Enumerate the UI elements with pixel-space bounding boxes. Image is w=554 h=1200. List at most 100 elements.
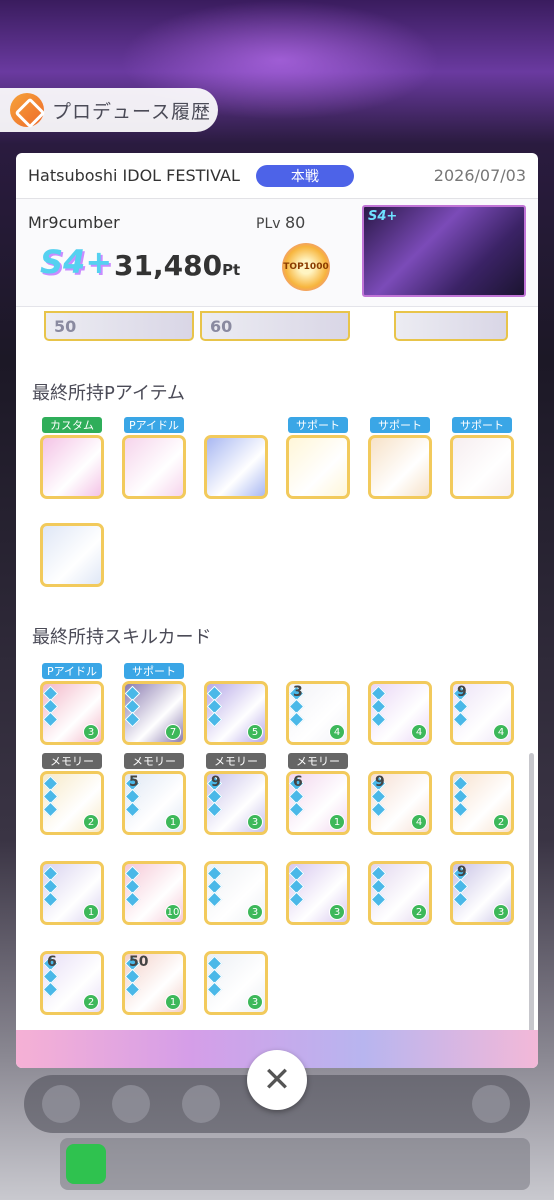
card-cost-badge: 4	[329, 724, 345, 740]
nav-icon-3[interactable]	[182, 1085, 220, 1123]
skill-card[interactable]: 62	[40, 951, 104, 1015]
home-icon[interactable]	[42, 1085, 80, 1123]
p-item[interactable]	[286, 435, 350, 499]
card-counter: 6	[47, 954, 57, 970]
card-cost-badge: 4	[493, 724, 509, 740]
items-section-title: 最終所持Pアイテム	[32, 383, 186, 404]
skill-card[interactable]: 10	[122, 861, 186, 925]
skill-effect-icons	[43, 685, 59, 736]
card-cost-badge: 10	[165, 904, 181, 920]
record-header: Hatsuboshi IDOL FESTIVAL 本戦 2026/07/03	[16, 153, 538, 199]
prev-card-strip-1: 50	[44, 311, 194, 341]
card-cost-badge: 2	[83, 994, 99, 1010]
stage-badge: 本戦	[255, 164, 354, 187]
skill-card[interactable]: 2	[40, 771, 104, 835]
chat-icon[interactable]	[66, 1144, 106, 1184]
skill-card[interactable]: 34	[286, 681, 350, 745]
item-type-label: サポート	[288, 417, 348, 433]
menu-icon[interactable]	[472, 1085, 510, 1123]
produce-record-panel: Hatsuboshi IDOL FESTIVAL 本戦 2026/07/03 M…	[16, 153, 538, 1068]
player-level: PLv 80	[256, 213, 305, 232]
card-counter: 9	[457, 684, 467, 700]
card-type-label: サポート	[124, 663, 184, 679]
card-cost-badge: 7	[165, 724, 181, 740]
p-item[interactable]	[40, 435, 104, 499]
card-cost-badge: 3	[247, 904, 263, 920]
prev-card-strip-2: 60	[200, 311, 350, 341]
skill-card[interactable]: 7	[122, 681, 186, 745]
card-cost-badge: 1	[83, 904, 99, 920]
skill-card[interactable]: 51	[122, 771, 186, 835]
skill-effect-icons	[453, 775, 469, 826]
skill-card[interactable]: 93	[204, 771, 268, 835]
skill-card[interactable]: 5	[204, 681, 268, 745]
card-counter: 9	[375, 774, 385, 790]
skill-card[interactable]: 4	[368, 681, 432, 745]
skill-card[interactable]: 3	[40, 681, 104, 745]
skill-effect-icons	[125, 865, 141, 916]
prev-card-strip-3	[394, 311, 508, 341]
card-cost-badge: 1	[165, 814, 181, 830]
nav-icon-2[interactable]	[112, 1085, 150, 1123]
record-scroll-area[interactable]: 50 60 最終所持Pアイテム カスタム Pアイドル サポート サポート サポート 最終…	[16, 309, 538, 1029]
skill-effect-icons	[43, 775, 59, 826]
close-button[interactable]: ✕	[247, 1050, 307, 1110]
skill-card[interactable]: 94	[368, 771, 432, 835]
p-item[interactable]	[122, 435, 186, 499]
scrollbar[interactable]	[529, 753, 534, 1068]
strip-value-1: 50	[54, 317, 77, 336]
card-cost-badge: 2	[411, 904, 427, 920]
skill-effect-icons	[125, 685, 141, 736]
skill-card[interactable]: 1	[40, 861, 104, 925]
skill-card[interactable]: 3	[286, 861, 350, 925]
player-name: Mr9cumber	[28, 213, 120, 232]
card-type-label: Pアイドル	[42, 663, 102, 679]
card-cost-badge: 1	[165, 994, 181, 1010]
skill-effect-icons	[43, 865, 59, 916]
notification-bar[interactable]	[60, 1138, 530, 1190]
skill-card[interactable]: 93	[450, 861, 514, 925]
card-cost-badge: 4	[411, 814, 427, 830]
card-cost-badge: 2	[493, 814, 509, 830]
score-value: 31,480	[114, 249, 223, 282]
level-label: PLv	[256, 216, 281, 232]
skill-card[interactable]: 3	[204, 951, 268, 1015]
card-cost-badge: 1	[329, 814, 345, 830]
card-counter: 6	[293, 774, 303, 790]
cards-section-title: 最終所持スキルカード	[32, 627, 212, 648]
card-cost-badge: 3	[83, 724, 99, 740]
card-counter: 3	[293, 684, 303, 700]
skill-effect-icons	[207, 685, 223, 736]
card-cost-badge: 3	[493, 904, 509, 920]
item-type-label: サポート	[370, 417, 430, 433]
skill-card[interactable]: 61	[286, 771, 350, 835]
level-value: 80	[284, 213, 306, 232]
strip-value-2: 60	[210, 317, 233, 336]
skill-effect-icons	[289, 865, 305, 916]
history-icon	[10, 93, 44, 127]
p-item[interactable]	[368, 435, 432, 499]
skill-card[interactable]: 50 1	[122, 951, 186, 1015]
card-cost-badge: 3	[247, 814, 263, 830]
skill-card[interactable]: 3	[204, 861, 268, 925]
p-item[interactable]	[450, 435, 514, 499]
p-item[interactable]	[204, 435, 268, 499]
p-item[interactable]	[40, 523, 104, 587]
skill-card[interactable]: 2	[368, 861, 432, 925]
score: 31,480Pt	[114, 249, 240, 282]
skill-card[interactable]: 94	[450, 681, 514, 745]
screen-title-tag: プロデュース履歴	[0, 88, 218, 132]
skill-effect-icons	[371, 685, 387, 736]
thumbnail-rank: S4+	[368, 209, 398, 224]
rank-badge: S4+	[40, 243, 113, 281]
card-type-label: メモリー	[288, 753, 348, 769]
skill-card[interactable]: 2	[450, 771, 514, 835]
ranking-medal-icon: TOP1000	[282, 243, 330, 291]
item-type-label: Pアイドル	[124, 417, 184, 433]
skill-effect-icons	[207, 865, 223, 916]
card-cost-badge: 3	[247, 994, 263, 1010]
idol-thumbnail[interactable]: S4+	[362, 205, 526, 297]
card-counter: 9	[211, 774, 221, 790]
card-counter: 50	[129, 954, 149, 970]
card-cost-badge: 2	[83, 814, 99, 830]
